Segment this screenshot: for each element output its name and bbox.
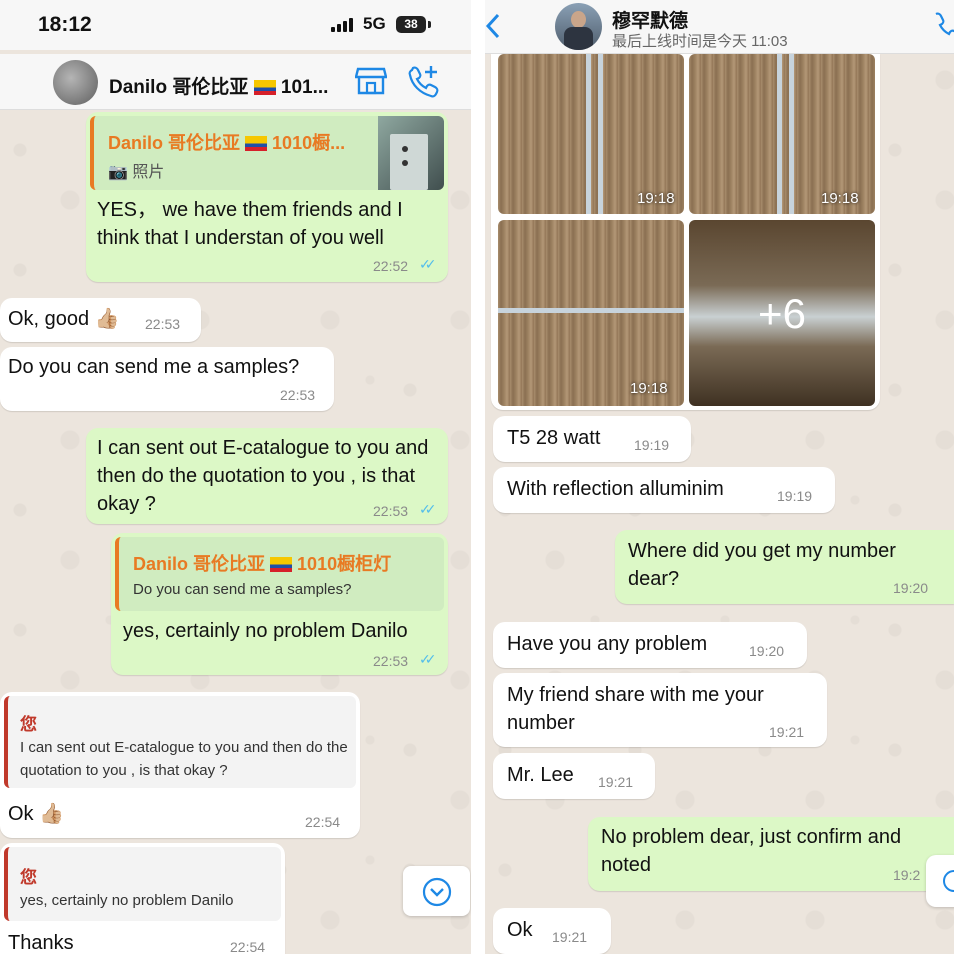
status-time: 18:12	[38, 13, 92, 36]
double-check-icon: ✓✓	[419, 501, 437, 517]
message-time: 19:19	[634, 437, 670, 453]
message-text: YES， we have them friends and I think th…	[97, 199, 403, 249]
message-text: Ok 👍🏼	[8, 803, 65, 825]
battery-icon: 38	[396, 16, 426, 33]
left-chat-pane: 18:12 5G 38 Danilo 哥伦比亚 101... Danilo 哥伦…	[0, 0, 471, 954]
message-bubble-incoming[interactable]: Have you any problem 19:20	[493, 622, 807, 668]
double-check-icon: ✓✓	[419, 256, 437, 272]
message-bubble-outgoing[interactable]: Danilo 哥伦比亚 1010橱... 📷 照片 YES， we have t…	[86, 112, 448, 282]
quote-text: Do you can send me a samples?	[133, 581, 352, 598]
colombia-flag-icon	[270, 557, 293, 572]
message-bubble-incoming[interactable]: With reflection alluminim 19:19	[493, 467, 835, 513]
reply-quote[interactable]: Danilo 哥伦比亚 1010橱柜灯 Do you can send me a…	[115, 537, 444, 611]
reply-quote[interactable]: 您 I can sent out E-catalogue to you and …	[4, 696, 356, 788]
message-text: With reflection alluminim	[507, 478, 724, 500]
message-text: Thanks	[8, 932, 74, 954]
contact-name[interactable]: 穆罕默德	[612, 6, 688, 33]
message-time: 22:53	[280, 387, 316, 403]
message-time: 19:21	[598, 774, 634, 790]
quote-author: 您	[20, 868, 37, 887]
reply-quote[interactable]: 您 yes, certainly no problem Danilo	[4, 847, 281, 921]
message-time: 19:20	[749, 643, 785, 659]
photo-thumbnail[interactable]: 19:18	[689, 54, 875, 214]
status-bar: 18:12 5G 38	[0, 0, 471, 50]
message-time: 22:53	[373, 503, 409, 519]
signal-icon	[331, 18, 355, 32]
avatar[interactable]	[53, 60, 98, 105]
message-bubble-incoming[interactable]: Ok 19:21	[493, 908, 611, 954]
quote-author: 您	[20, 715, 37, 734]
message-bubble-outgoing[interactable]: No problem dear, just confirm and noted …	[588, 817, 954, 891]
photo-time: 19:18	[630, 380, 668, 397]
message-time: 22:53	[145, 316, 181, 332]
message-bubble-incoming[interactable]: T5 28 watt 19:19	[493, 416, 691, 462]
photo-thumbnail[interactable]: 19:18	[498, 220, 684, 406]
chat-header: Danilo 哥伦比亚 101...	[0, 54, 471, 110]
photo-album-bubble[interactable]: 19:18 19:18 19:18 +6	[491, 54, 880, 410]
quote-text: I can sent out E-catalogue to you and th…	[20, 739, 348, 779]
right-chat-pane: 穆罕默德 最后上线时间是今天 11:03 19:18 19:18 19:18 +…	[485, 0, 954, 954]
photo-time: 19:18	[637, 190, 675, 207]
message-bubble-incoming[interactable]: My friend share with me your number 19:2…	[493, 673, 827, 747]
photo-thumbnail[interactable]: 19:18	[498, 54, 684, 214]
more-photos-tile[interactable]: +6	[689, 220, 875, 406]
chat-header: 穆罕默德 最后上线时间是今天 11:03	[485, 0, 954, 54]
message-text: Do you can send me a samples?	[8, 356, 300, 378]
quote-text: yes, certainly no problem Danilo	[20, 892, 234, 909]
store-icon[interactable]	[354, 66, 388, 101]
message-time: 22:54	[230, 939, 266, 954]
message-text: T5 28 watt	[507, 427, 601, 449]
scroll-down-icon	[422, 877, 452, 907]
message-text: Mr. Lee	[507, 764, 574, 786]
message-bubble-outgoing[interactable]: I can sent out E-catalogue to you and th…	[86, 428, 448, 524]
message-bubble-incoming[interactable]: Mr. Lee 19:21	[493, 753, 655, 799]
colombia-flag-icon	[253, 80, 276, 95]
network-type: 5G	[363, 14, 386, 33]
message-bubble-outgoing[interactable]: Where did you get my number dear? 19:20	[615, 530, 954, 604]
double-check-icon: ✓✓	[419, 651, 437, 667]
message-time: 19:20	[893, 580, 929, 596]
message-time: 22:53	[373, 653, 409, 669]
photo-time: 19:18	[821, 190, 859, 207]
scroll-to-bottom-button[interactable]	[403, 866, 470, 916]
message-text: yes, certainly no problem Danilo	[123, 620, 408, 642]
colombia-flag-icon	[245, 136, 268, 151]
quote-author: Danilo 哥伦比亚 1010橱柜灯	[133, 554, 392, 574]
quote-thumbnail	[378, 116, 444, 190]
message-text: Have you any problem	[507, 633, 708, 655]
message-time: 22:54	[305, 814, 341, 830]
message-bubble-outgoing[interactable]: Danilo 哥伦比亚 1010橱柜灯 Do you can send me a…	[111, 533, 448, 675]
reply-quote[interactable]: Danilo 哥伦比亚 1010橱... 📷 照片	[90, 116, 444, 190]
scroll-down-icon	[943, 870, 954, 892]
message-text: Ok, good 👍🏼	[8, 308, 120, 330]
back-chevron-icon[interactable]	[485, 13, 501, 39]
message-bubble-incoming[interactable]: 您 yes, certainly no problem Danilo Thank…	[0, 843, 285, 954]
call-icon[interactable]	[930, 10, 954, 40]
add-call-icon[interactable]	[407, 64, 441, 103]
scroll-to-bottom-button[interactable]	[926, 855, 954, 907]
quote-author: Danilo 哥伦比亚 1010橱...	[108, 133, 346, 153]
avatar[interactable]	[555, 3, 602, 50]
more-photos-count: +6	[758, 290, 806, 337]
message-time: 19:19	[777, 488, 813, 504]
message-time: 19:21	[552, 929, 588, 945]
message-time: 19:2	[893, 867, 921, 883]
message-bubble-incoming[interactable]: Do you can send me a samples? 22:53	[0, 347, 334, 411]
quote-media-label: 📷 照片	[108, 164, 165, 181]
message-bubble-incoming[interactable]: 您 I can sent out E-catalogue to you and …	[0, 692, 360, 838]
message-time: 22:52	[373, 258, 409, 274]
contact-name[interactable]: Danilo 哥伦比亚 101...	[109, 72, 328, 99]
message-text: Ok	[507, 919, 533, 941]
message-time: 19:21	[769, 724, 805, 740]
message-bubble-incoming[interactable]: Ok, good 👍🏼 22:53	[0, 298, 201, 342]
camera-icon: 📷	[108, 164, 128, 181]
battery-tip	[428, 21, 431, 28]
last-seen-status: 最后上线时间是今天 11:03	[612, 33, 788, 50]
